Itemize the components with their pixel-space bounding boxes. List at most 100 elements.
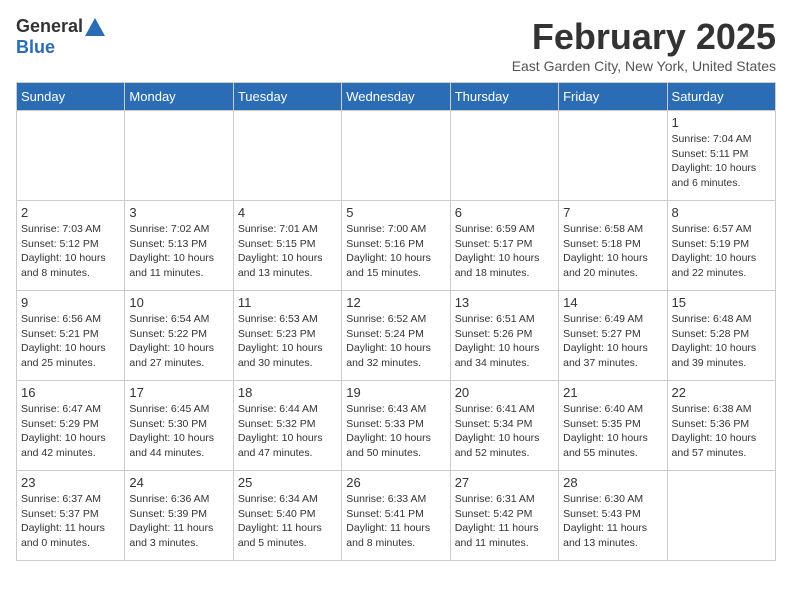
day-number: 16 — [21, 385, 120, 400]
day-info: Sunrise: 7:01 AM Sunset: 5:15 PM Dayligh… — [238, 222, 337, 281]
calendar-cell: 27Sunrise: 6:31 AM Sunset: 5:42 PM Dayli… — [450, 471, 558, 561]
calendar-cell: 8 Sunrise: 6:57 AM Sunset: 5:19 PM Daylig… — [667, 201, 775, 291]
calendar-cell: 1 Sunrise: 7:04 AM Sunset: 5:11 PM Daylig… — [667, 111, 775, 201]
day-number: 3 — [129, 205, 228, 220]
logo: General Blue — [16, 16, 105, 58]
day-info: Sunrise: 6:54 AM Sunset: 5:22 PM Dayligh… — [129, 312, 228, 371]
logo-blue: Blue — [16, 37, 55, 58]
month-title: February 2025 — [512, 16, 776, 58]
header: General Blue February 2025 East Garden C… — [16, 16, 776, 74]
calendar-week-4: 16 Sunrise: 6:47 AM Sunset: 5:29 PM Dayli… — [17, 381, 776, 471]
day-number: 9 — [21, 295, 120, 310]
day-info: Sunrise: 6:30 AM Sunset: 5:43 PM Dayligh… — [563, 492, 662, 551]
logo-icon — [85, 18, 105, 36]
day-info: Sunrise: 6:36 AM Sunset: 5:39 PM Dayligh… — [129, 492, 228, 551]
day-info: Sunrise: 6:34 AM Sunset: 5:40 PM Dayligh… — [238, 492, 337, 551]
day-number: 22 — [672, 385, 771, 400]
day-number: 21 — [563, 385, 662, 400]
day-number: 15 — [672, 295, 771, 310]
day-number: 25 — [238, 475, 337, 490]
calendar-cell: 5 Sunrise: 7:00 AM Sunset: 5:16 PM Daylig… — [342, 201, 450, 291]
calendar-cell: 28 Sunrise: 6:30 AM Sunset: 5:43 PM Dayli… — [559, 471, 667, 561]
day-number: 11 — [238, 295, 337, 310]
day-info: Sunrise: 6:41 AM Sunset: 5:34 PM Dayligh… — [455, 402, 554, 461]
day-number: 8 — [672, 205, 771, 220]
day-info: Sunrise: 7:02 AM Sunset: 5:13 PM Dayligh… — [129, 222, 228, 281]
calendar-cell: 20 Sunrise: 6:41 AM Sunset: 5:34 PM Dayli… — [450, 381, 558, 471]
day-number: 10 — [129, 295, 228, 310]
day-number: 1 — [672, 115, 771, 130]
calendar-week-5: 23Sunrise: 6:37 AM Sunset: 5:37 PM Dayli… — [17, 471, 776, 561]
calendar-cell: 21Sunrise: 6:40 AM Sunset: 5:35 PM Dayli… — [559, 381, 667, 471]
day-info: Sunrise: 6:43 AM Sunset: 5:33 PM Dayligh… — [346, 402, 445, 461]
calendar-cell: 16 Sunrise: 6:47 AM Sunset: 5:29 PM Dayli… — [17, 381, 125, 471]
calendar-cell: 4 Sunrise: 7:01 AM Sunset: 5:15 PM Daylig… — [233, 201, 341, 291]
logo-general: General — [16, 16, 83, 37]
day-number: 23 — [21, 475, 120, 490]
day-info: Sunrise: 6:31 AM Sunset: 5:42 PM Dayligh… — [455, 492, 554, 551]
day-header-friday: Friday — [559, 83, 667, 111]
calendar-week-2: 2Sunrise: 7:03 AM Sunset: 5:12 PM Daylig… — [17, 201, 776, 291]
day-number: 2 — [21, 205, 120, 220]
calendar-header-row: SundayMondayTuesdayWednesdayThursdayFrid… — [17, 83, 776, 111]
calendar-cell: 23Sunrise: 6:37 AM Sunset: 5:37 PM Dayli… — [17, 471, 125, 561]
day-header-monday: Monday — [125, 83, 233, 111]
day-number: 12 — [346, 295, 445, 310]
day-info: Sunrise: 6:57 AM Sunset: 5:19 PM Dayligh… — [672, 222, 771, 281]
calendar-cell — [233, 111, 341, 201]
calendar-cell: 14 Sunrise: 6:49 AM Sunset: 5:27 PM Dayli… — [559, 291, 667, 381]
calendar-cell: 25 Sunrise: 6:34 AM Sunset: 5:40 PM Dayli… — [233, 471, 341, 561]
calendar-cell: 7Sunrise: 6:58 AM Sunset: 5:18 PM Daylig… — [559, 201, 667, 291]
calendar-cell: 12 Sunrise: 6:52 AM Sunset: 5:24 PM Dayli… — [342, 291, 450, 381]
calendar-cell: 15 Sunrise: 6:48 AM Sunset: 5:28 PM Dayli… — [667, 291, 775, 381]
calendar: SundayMondayTuesdayWednesdayThursdayFrid… — [16, 82, 776, 561]
calendar-week-3: 9 Sunrise: 6:56 AM Sunset: 5:21 PM Daylig… — [17, 291, 776, 381]
day-number: 26 — [346, 475, 445, 490]
calendar-cell: 24 Sunrise: 6:36 AM Sunset: 5:39 PM Dayli… — [125, 471, 233, 561]
day-header-thursday: Thursday — [450, 83, 558, 111]
calendar-cell — [450, 111, 558, 201]
day-number: 19 — [346, 385, 445, 400]
day-info: Sunrise: 6:48 AM Sunset: 5:28 PM Dayligh… — [672, 312, 771, 371]
day-number: 13 — [455, 295, 554, 310]
day-info: Sunrise: 6:59 AM Sunset: 5:17 PM Dayligh… — [455, 222, 554, 281]
day-header-wednesday: Wednesday — [342, 83, 450, 111]
calendar-cell: 18 Sunrise: 6:44 AM Sunset: 5:32 PM Dayli… — [233, 381, 341, 471]
calendar-cell — [17, 111, 125, 201]
calendar-cell — [125, 111, 233, 201]
day-header-saturday: Saturday — [667, 83, 775, 111]
day-info: Sunrise: 7:00 AM Sunset: 5:16 PM Dayligh… — [346, 222, 445, 281]
day-info: Sunrise: 6:47 AM Sunset: 5:29 PM Dayligh… — [21, 402, 120, 461]
day-info: Sunrise: 7:04 AM Sunset: 5:11 PM Dayligh… — [672, 132, 771, 191]
calendar-cell: 13 Sunrise: 6:51 AM Sunset: 5:26 PM Dayli… — [450, 291, 558, 381]
calendar-cell: 11 Sunrise: 6:53 AM Sunset: 5:23 PM Dayli… — [233, 291, 341, 381]
day-info: Sunrise: 6:44 AM Sunset: 5:32 PM Dayligh… — [238, 402, 337, 461]
day-info: Sunrise: 6:49 AM Sunset: 5:27 PM Dayligh… — [563, 312, 662, 371]
calendar-cell: 22 Sunrise: 6:38 AM Sunset: 5:36 PM Dayli… — [667, 381, 775, 471]
day-number: 28 — [563, 475, 662, 490]
calendar-cell: 19 Sunrise: 6:43 AM Sunset: 5:33 PM Dayli… — [342, 381, 450, 471]
day-number: 17 — [129, 385, 228, 400]
day-header-tuesday: Tuesday — [233, 83, 341, 111]
day-number: 24 — [129, 475, 228, 490]
calendar-cell — [559, 111, 667, 201]
day-number: 6 — [455, 205, 554, 220]
day-info: Sunrise: 6:38 AM Sunset: 5:36 PM Dayligh… — [672, 402, 771, 461]
day-number: 14 — [563, 295, 662, 310]
day-info: Sunrise: 6:58 AM Sunset: 5:18 PM Dayligh… — [563, 222, 662, 281]
day-info: Sunrise: 6:51 AM Sunset: 5:26 PM Dayligh… — [455, 312, 554, 371]
calendar-cell: 26Sunrise: 6:33 AM Sunset: 5:41 PM Dayli… — [342, 471, 450, 561]
day-number: 4 — [238, 205, 337, 220]
day-info: Sunrise: 6:52 AM Sunset: 5:24 PM Dayligh… — [346, 312, 445, 371]
day-info: Sunrise: 6:53 AM Sunset: 5:23 PM Dayligh… — [238, 312, 337, 371]
day-number: 5 — [346, 205, 445, 220]
calendar-week-1: 1 Sunrise: 7:04 AM Sunset: 5:11 PM Daylig… — [17, 111, 776, 201]
day-header-sunday: Sunday — [17, 83, 125, 111]
calendar-cell: 6 Sunrise: 6:59 AM Sunset: 5:17 PM Daylig… — [450, 201, 558, 291]
day-number: 20 — [455, 385, 554, 400]
day-info: Sunrise: 6:45 AM Sunset: 5:30 PM Dayligh… — [129, 402, 228, 461]
day-number: 18 — [238, 385, 337, 400]
calendar-cell: 10 Sunrise: 6:54 AM Sunset: 5:22 PM Dayli… — [125, 291, 233, 381]
day-info: Sunrise: 6:56 AM Sunset: 5:21 PM Dayligh… — [21, 312, 120, 371]
calendar-cell — [342, 111, 450, 201]
